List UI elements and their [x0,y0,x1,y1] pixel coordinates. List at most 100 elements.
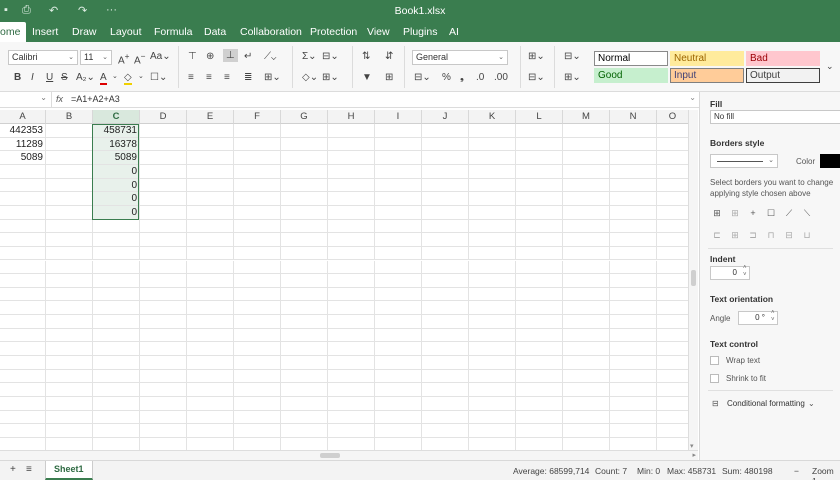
cell-d10[interactable] [140,246,187,261]
all-borders-icon[interactable]: ⊞ [712,208,722,218]
cell-g20[interactable] [281,383,328,397]
cell-a14[interactable] [0,301,46,316]
diagonal-up-icon[interactable]: ⟋ [784,208,794,218]
cell-b4[interactable] [46,164,93,179]
cell-o8[interactable] [657,219,689,234]
align-right-icon[interactable]: ≡ [224,72,230,83]
cell-e6[interactable] [187,192,234,206]
cell-n11[interactable] [610,260,657,275]
cell-m17[interactable] [563,342,610,357]
cell-m10[interactable] [563,246,610,261]
cell-f13[interactable] [234,287,281,302]
cell-f12[interactable] [234,274,281,288]
cell-o14[interactable] [657,301,689,316]
cell-d20[interactable] [140,383,187,397]
cell-n12[interactable] [610,274,657,288]
cell-l20[interactable] [516,383,563,397]
cell-j23[interactable] [422,424,469,438]
chevron-down-icon[interactable]: ⌄ [138,72,144,80]
italic-icon[interactable]: I [31,72,34,83]
cell-n20[interactable] [610,383,657,397]
cell-j2[interactable] [422,137,469,152]
scroll-down-icon[interactable]: ▾ [690,442,694,450]
cell-o9[interactable] [657,233,689,247]
cell-h15[interactable] [328,315,375,329]
cell-e11[interactable] [187,260,234,275]
tab-protection[interactable]: Protection [304,22,363,42]
cell-g18[interactable] [281,356,328,370]
align-middle-icon[interactable]: ⊕ [206,51,214,62]
cell-o11[interactable] [657,260,689,275]
scroll-right-icon[interactable]: ▸ [692,451,696,459]
cell-b5[interactable] [46,178,93,193]
cell-a11[interactable] [0,260,46,275]
comma-icon[interactable]: ❟ [460,72,464,83]
cell-o1[interactable] [657,124,689,138]
cell-g10[interactable] [281,246,328,261]
cell-g15[interactable] [281,315,328,329]
column-header-l[interactable]: L [516,110,563,124]
cell-c7[interactable]: 0 [93,205,140,220]
cell-i13[interactable] [375,287,422,302]
borders-icon[interactable]: ☐⌄ [150,72,167,83]
cell-f18[interactable] [234,356,281,370]
cell-n14[interactable] [610,301,657,316]
cell-g9[interactable] [281,233,328,247]
column-header-j[interactable]: J [422,110,469,124]
cell-c16[interactable] [93,328,140,343]
cell-c4[interactable]: 0 [93,164,140,179]
conditional-format-icon[interactable]: ⊟⌄ [564,51,581,62]
filter-options-icon[interactable]: ⊞ [385,72,393,83]
increase-font-icon[interactable]: A+ [118,51,130,66]
cell-h21[interactable] [328,397,375,411]
sheet-list-icon[interactable]: ≡ [26,464,32,475]
function-icon[interactable]: fx [56,94,63,104]
left-border-icon[interactable]: ⊏ [712,230,722,240]
cell-i11[interactable] [375,260,422,275]
cell-a19[interactable] [0,369,46,384]
cell-a4[interactable] [0,164,46,179]
percent-icon[interactable]: % [442,72,451,83]
cell-b16[interactable] [46,328,93,343]
cell-n3[interactable] [610,151,657,165]
cell-j18[interactable] [422,356,469,370]
cell-a6[interactable] [0,192,46,206]
cell-j16[interactable] [422,328,469,343]
cell-j13[interactable] [422,287,469,302]
cell-n1[interactable] [610,124,657,138]
scroll-thumb[interactable] [691,270,696,286]
cell-m18[interactable] [563,356,610,370]
cell-e14[interactable] [187,301,234,316]
zoom-level[interactable]: Zoom 1 [812,466,840,480]
cell-c14[interactable] [93,301,140,316]
cell-f15[interactable] [234,315,281,329]
cell-i22[interactable] [375,410,422,425]
add-sheet-icon[interactable]: + [10,464,16,475]
cell-c5[interactable]: 0 [93,178,140,193]
cell-i18[interactable] [375,356,422,370]
cell-b21[interactable] [46,397,93,411]
cell-b22[interactable] [46,410,93,425]
style-input[interactable]: Input [670,68,744,83]
cell-k9[interactable] [469,233,516,247]
increase-decimal-icon[interactable]: .0 [476,72,484,83]
cell-a23[interactable] [0,424,46,438]
merge-icon[interactable]: ⊞⌄ [264,72,281,83]
formula-input[interactable]: =A1+A2+A3 [71,94,120,104]
cell-f6[interactable] [234,192,281,206]
cell-l12[interactable] [516,274,563,288]
cell-o22[interactable] [657,410,689,425]
tab-ai[interactable]: AI [443,22,465,42]
insert-cells-icon[interactable]: ⊞⌄ [528,51,545,62]
cell-a9[interactable] [0,233,46,247]
column-header-e[interactable]: E [187,110,234,124]
cell-a16[interactable] [0,328,46,343]
cell-b13[interactable] [46,287,93,302]
scroll-thumb[interactable] [320,453,340,458]
cell-j15[interactable] [422,315,469,329]
cell-k18[interactable] [469,356,516,370]
cell-n7[interactable] [610,205,657,220]
cell-h22[interactable] [328,410,375,425]
cell-l13[interactable] [516,287,563,302]
cell-d11[interactable] [140,260,187,275]
